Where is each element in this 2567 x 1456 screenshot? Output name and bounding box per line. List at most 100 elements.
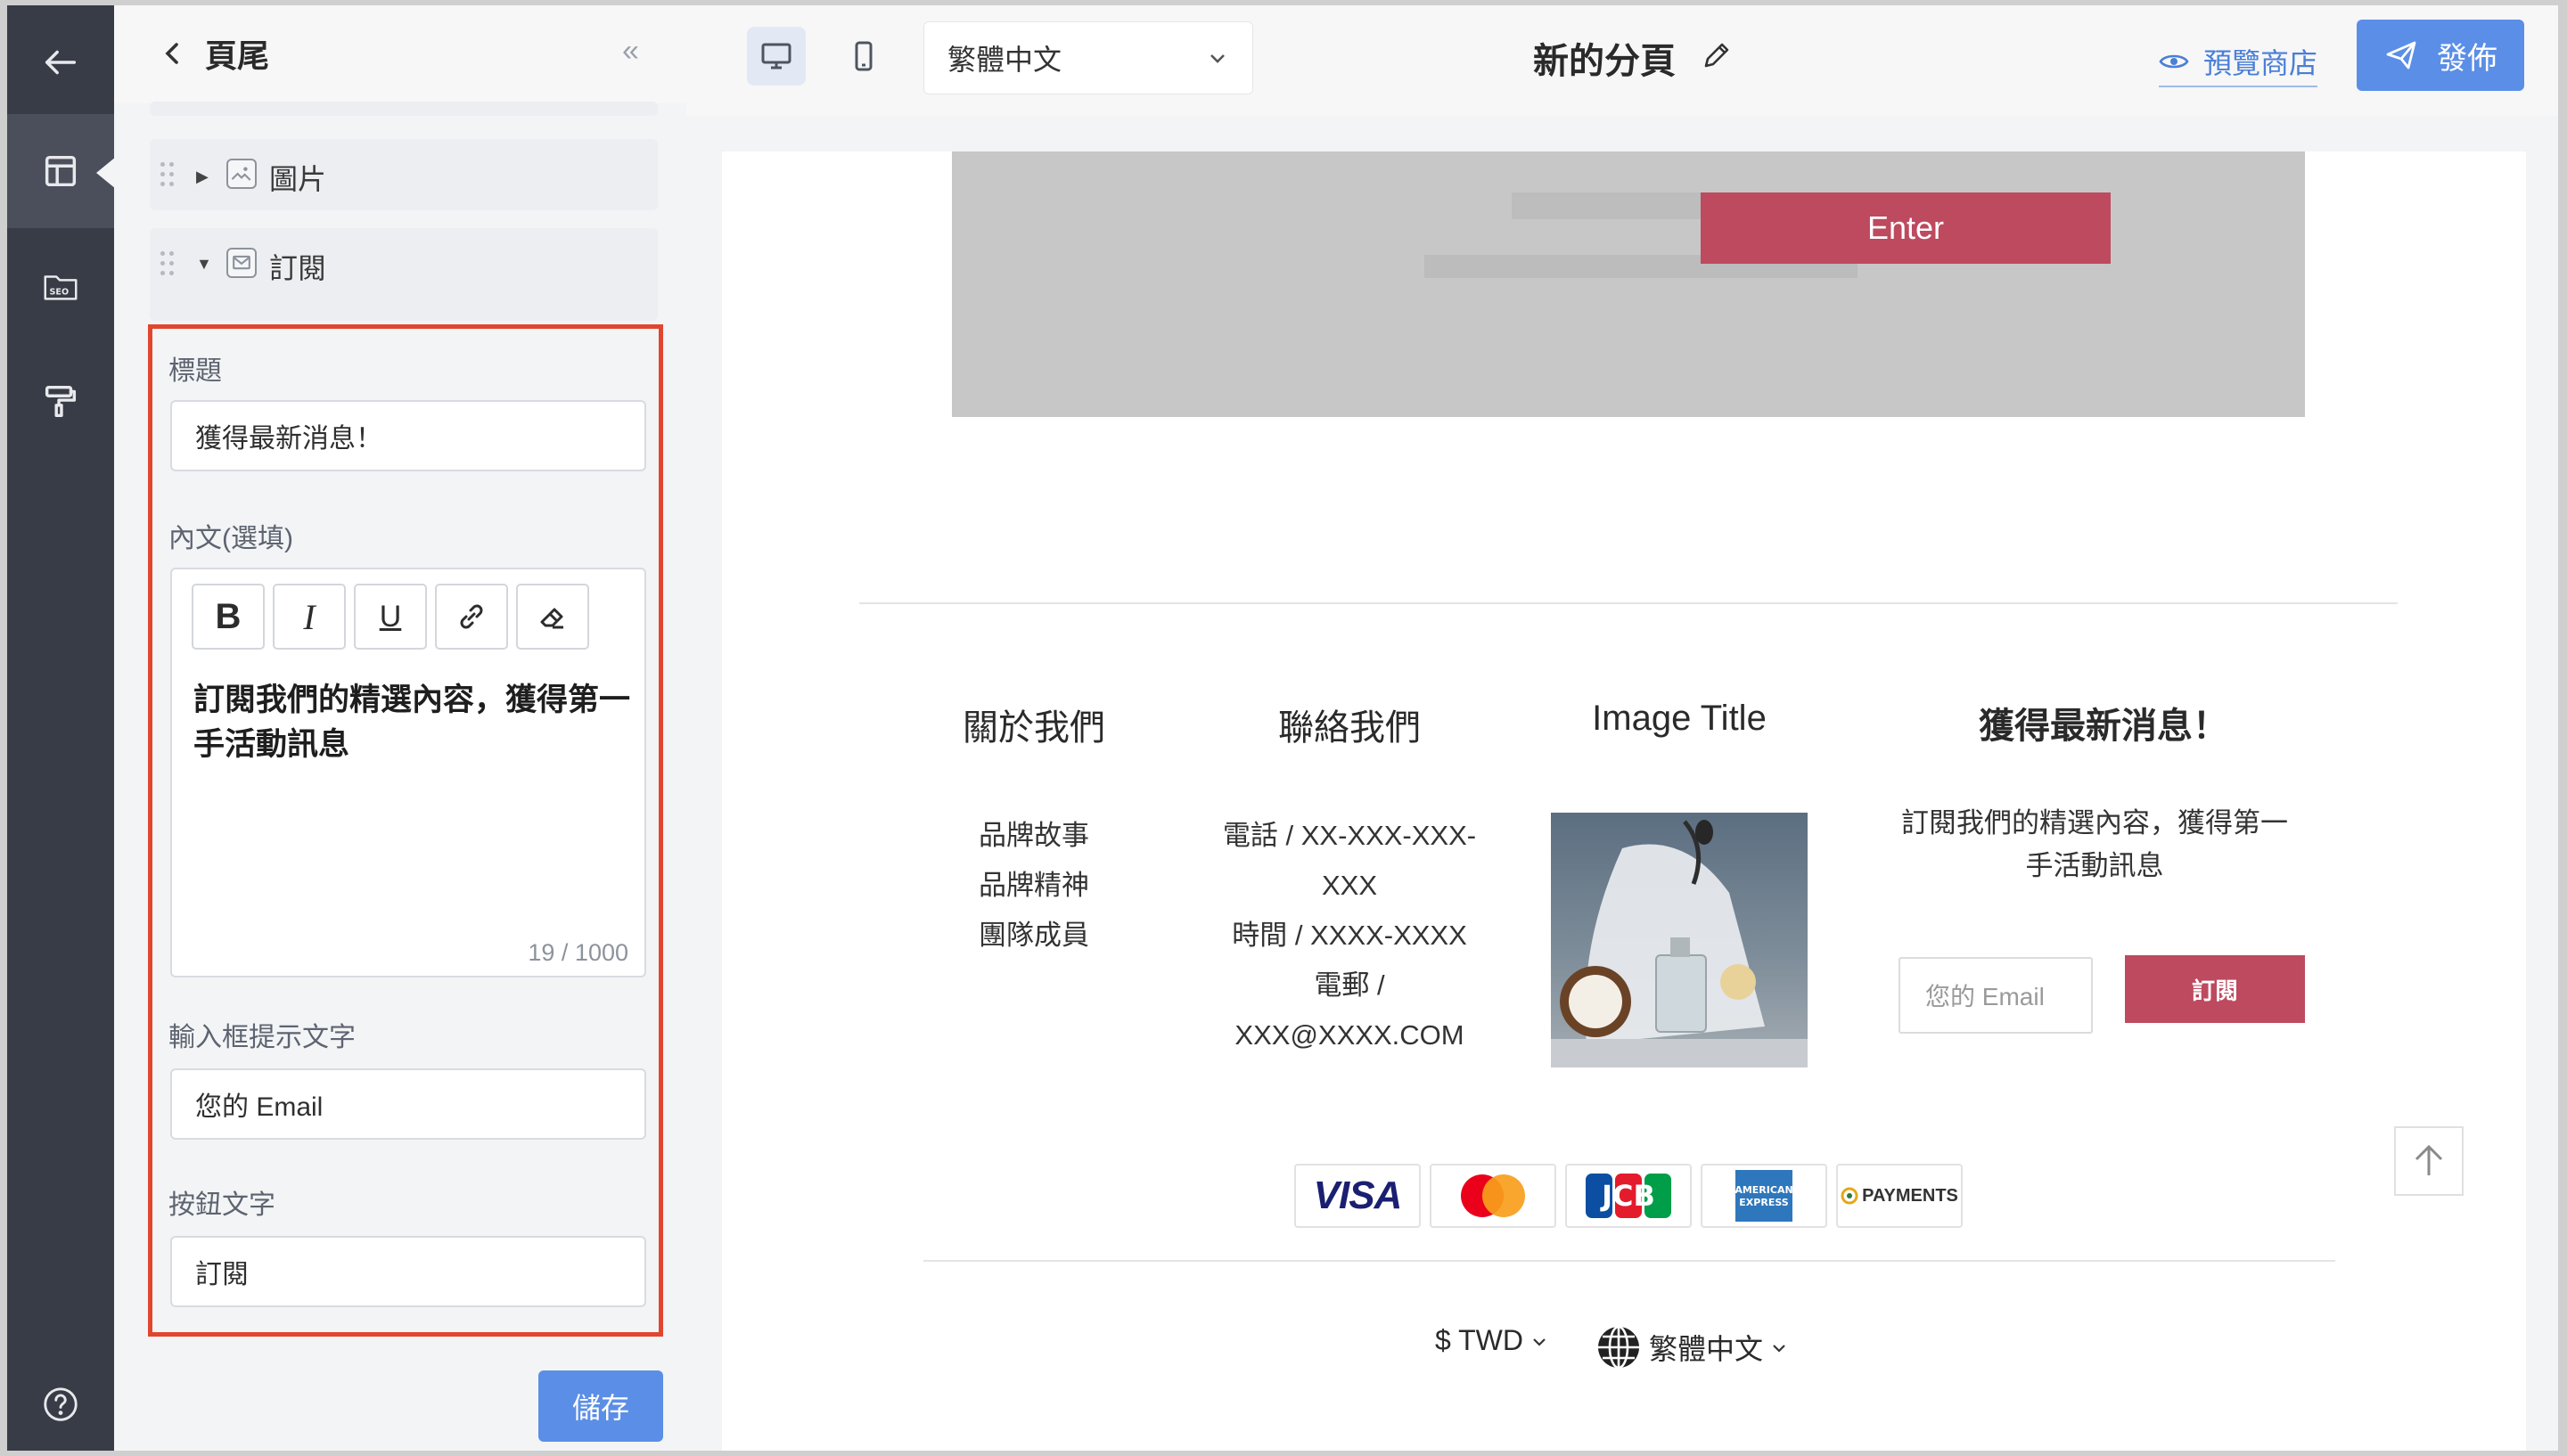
footer-divider [859,602,2398,604]
preview-store-link[interactable]: 預覽商店 [2159,41,2318,87]
svg-text:EXPRESS: EXPRESS [1739,1197,1788,1208]
payment-visa-logo: VISA [1294,1164,1421,1228]
left-rail: SEO [7,5,116,1451]
mastercard-icon [1461,1174,1525,1217]
drag-handle-icon[interactable] [160,251,176,276]
placeholder-input[interactable]: 您的 Email [170,1068,646,1140]
paper-plane-icon [2386,41,2416,70]
title-field-label: 標題 [168,356,222,386]
chevron-left-icon[interactable] [155,36,191,71]
newsletter-text-line: 訂閱我們的精選內容，獲得第一 [1901,807,2288,838]
section-row-label: 圖片 [269,163,327,195]
footer-about-links: 品牌故事 品牌精神 團隊成員 [918,811,1150,961]
jcb-icon: JCB [1586,1174,1671,1218]
subscribe-settings-form: 標題 獲得最新消息！ 內文(選填) B I U 訂閱我們的精選內容，獲得第一手活… [148,324,663,1337]
newsletter-subscribe-button[interactable]: 訂閱 [2125,955,2305,1023]
collapse-panel-icon[interactable]: « [622,34,639,69]
clear-format-button[interactable] [516,584,589,650]
help-button[interactable] [7,1347,114,1451]
italic-button[interactable]: I [273,584,346,650]
footer-contact-info: 電話 / XX-XXX-XXX- XXX 時間 / XXXX-XXXX 電郵 /… [1207,811,1492,1060]
contact-line: XXX [1321,870,1378,901]
footer-language-value: 繁體中文 [1649,1333,1764,1365]
footer-link[interactable]: 團隊成員 [918,911,1150,961]
settings-panel: 頁尾 « ▶ 圖片 ▼ 訂閱 標題 獲得最新消息！ 內文(選填) B I U 訂… [114,5,686,1451]
globe-icon [1598,1325,1639,1370]
back-to-top-button[interactable] [2394,1126,2464,1196]
drag-handle-icon[interactable] [160,162,176,187]
eraser-icon [540,608,563,629]
section-row-label: 訂閱 [269,252,327,284]
payment-jcb-logo: JCB [1565,1164,1692,1228]
contact-line: XXX@XXXX.COM [1234,1019,1464,1051]
footer-link[interactable]: 品牌精神 [918,861,1150,911]
link-button[interactable] [435,584,508,650]
arrow-left-icon [45,50,77,75]
help-circle-icon [44,1387,78,1421]
currency-value: $ TWD [1435,1324,1523,1356]
payment-gpayments-logo: PAYMENTS [1836,1164,1963,1228]
rail-seo-button[interactable]: SEO [7,230,114,344]
banner-placeholder-bar [1512,192,1726,219]
payments-divider [923,1260,2335,1262]
link-icon [460,604,483,629]
section-row-subscribe[interactable]: ▼ 訂閱 [150,228,658,321]
footer-contact-title: 聯絡我們 [1278,708,1421,748]
mobile-view-button[interactable] [834,27,893,86]
body-editor-content[interactable]: 訂閱我們的精選內容，獲得第一手活動訊息 [193,678,630,767]
svg-text:JCB: JCB [1600,1179,1655,1213]
eye-icon [2159,54,2189,69]
back-button[interactable] [7,5,114,119]
body-field-label: 內文(選填) [168,524,293,553]
caret-down-icon[interactable]: ▼ [196,255,212,274]
newsletter-email-input[interactable]: 您的 Email [1899,957,2093,1034]
title-input[interactable]: 獲得最新消息！ [170,400,646,471]
layout-icon [45,155,77,187]
language-select-value: 繁體中文 [947,44,1062,76]
bold-button[interactable]: B [192,584,265,650]
panel-title: 頁尾 [205,37,270,74]
mobile-icon [855,41,873,71]
amex-icon: AMERICANEXPRESS [1735,1170,1792,1222]
language-select[interactable]: 繁體中文 [923,21,1253,94]
underline-button[interactable]: U [354,584,427,650]
newsletter-text-line: 手活動訊息 [2025,850,2164,881]
desktop-view-button[interactable] [747,27,806,86]
footer-language-selector[interactable]: 繁體中文 [1595,1324,1788,1370]
footer-about-title: 關於我們 [963,708,1105,748]
contact-line: 電話 / XX-XXX-XXX- [1222,820,1477,851]
footer-product-photo [1551,813,1808,1067]
button-text-field-label: 按鈕文字 [168,1190,275,1220]
active-indicator [96,157,116,189]
rail-theme-button[interactable] [7,344,114,458]
caret-right-icon[interactable]: ▶ [196,168,209,186]
save-button[interactable]: 儲存 [538,1370,663,1442]
payment-mastercard-logo [1430,1164,1556,1228]
svg-text:AMERICAN: AMERICAN [1735,1184,1792,1196]
preview-store-label: 預覽商店 [2203,47,2318,79]
currency-selector[interactable]: $ TWD [1435,1324,1548,1357]
image-icon [226,159,257,189]
product-photo-illustration [1551,820,1808,1067]
desktop-icon [761,43,791,70]
app-window: SEO 頁尾 « ▶ 圖片 ▼ 訂閱 標題 獲得最新消息！ 內文(選填) B I… [7,5,2558,1451]
publish-button[interactable]: 發佈 [2357,20,2524,91]
footer-newsletter-text: 訂閱我們的精選內容，獲得第一 手活動訊息 [1872,802,2317,888]
contact-line: 電郵 / [1314,969,1385,1001]
banner-enter-button[interactable]: Enter [1701,192,2111,264]
footer-link[interactable]: 品牌故事 [918,811,1150,861]
body-rich-text-editor[interactable]: B I U 訂閱我們的精選內容，獲得第一手活動訊息 19 / 1000 [170,568,646,977]
page-name: 新的分頁 [1533,42,1676,81]
arrow-up-icon [2415,1144,2443,1175]
payment-amex-logo: AMERICAN EXPRESS [1701,1164,1827,1228]
page-preview: Enter 關於我們 品牌故事 品牌精神 團隊成員 聯絡我們 電話 / XX-X… [722,151,2526,1451]
newsletter-banner: Enter [952,151,2305,417]
publish-label: 發佈 [2437,41,2497,76]
footer-image-title: Image Title [1592,699,1767,738]
list-item-top-edge [150,102,658,116]
button-text-input[interactable]: 訂閱 [170,1236,646,1307]
section-row-image[interactable]: ▶ 圖片 [150,139,658,210]
pencil-icon[interactable] [1699,37,1735,73]
paint-roller-icon [45,385,77,418]
character-counter: 19 / 1000 [528,939,628,966]
